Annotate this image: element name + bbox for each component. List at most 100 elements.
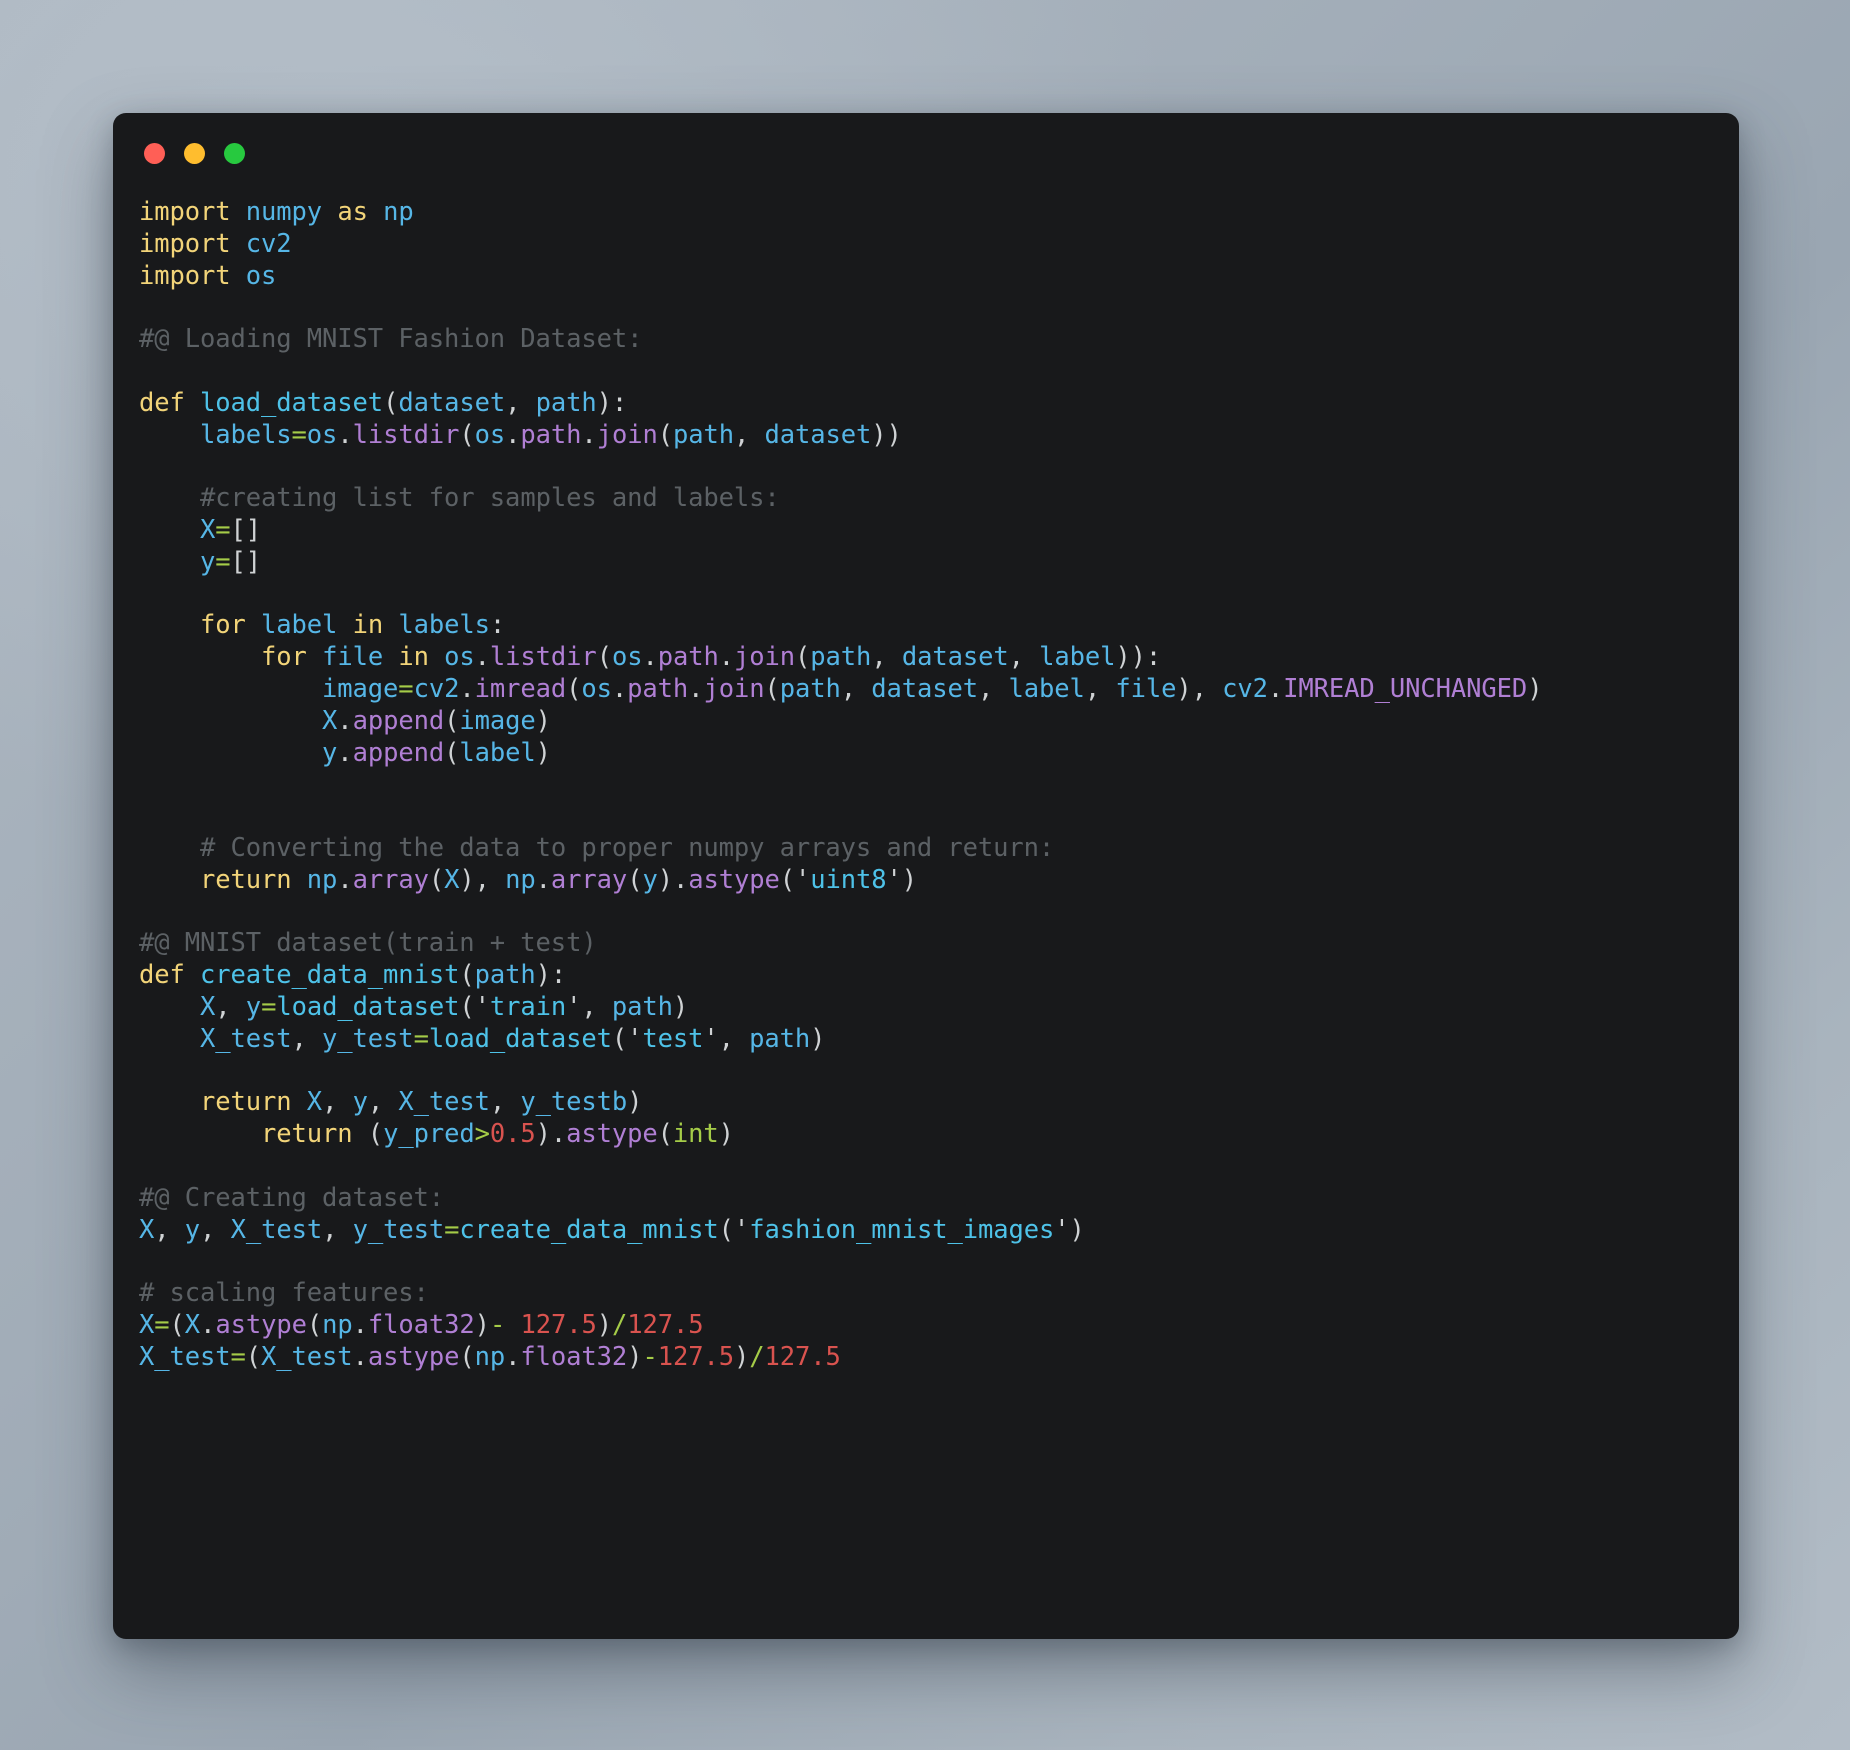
code-token: (	[383, 387, 399, 418]
code-token: .	[642, 642, 658, 673]
code-token: .	[611, 673, 628, 704]
code-line: y=[]	[139, 547, 261, 577]
close-button[interactable]	[144, 143, 165, 164]
code-token: .	[474, 642, 490, 673]
code-token: )	[810, 1023, 826, 1054]
code-token: y	[642, 864, 658, 895]
code-token: # scaling features:	[139, 1278, 429, 1309]
code-token: y_pred	[383, 1119, 475, 1150]
code-token: (	[566, 673, 582, 704]
code-token: ',	[566, 991, 612, 1022]
code-line: y.append(label)	[139, 738, 551, 768]
code-token: .	[505, 1341, 521, 1372]
code-token: .	[337, 705, 353, 736]
code-token: fashion_mnist_images	[749, 1214, 1055, 1245]
code-token: ,	[733, 419, 765, 450]
code-line: return (y_pred>0.5).astype(int)	[139, 1119, 734, 1149]
code-token: /	[612, 1309, 628, 1340]
code-token: []	[230, 514, 262, 545]
code-token: label	[1008, 673, 1085, 704]
code-token: path	[535, 387, 597, 418]
code-line: X, y=load_dataset('train', path)	[139, 992, 688, 1022]
code-line: X.append(image)	[139, 706, 551, 736]
code-token: np	[383, 197, 414, 227]
code-token: file	[322, 642, 384, 673]
code-token: -	[489, 1309, 506, 1340]
code-token: ,	[291, 1023, 323, 1054]
code-editor-area[interactable]: import numpy as np import cv2 import os …	[113, 197, 1739, 1639]
code-token: np	[474, 1341, 506, 1372]
code-token: in	[398, 642, 429, 673]
code-block[interactable]: import numpy as np import cv2 import os …	[139, 197, 1721, 1373]
code-token: )	[596, 1309, 612, 1340]
code-token: path	[474, 960, 536, 991]
code-token: .	[459, 673, 475, 704]
code-line: import cv2	[139, 229, 292, 259]
code-token: path	[657, 642, 719, 673]
code-token: os	[611, 642, 643, 673]
code-token: =	[154, 1309, 170, 1340]
code-token: >	[474, 1119, 490, 1150]
code-token: .	[535, 864, 551, 895]
code-token: join	[596, 419, 658, 450]
code-token: ,	[871, 642, 902, 673]
code-token: return	[200, 1087, 292, 1118]
code-token: ,	[1084, 673, 1116, 704]
code-token: .	[505, 419, 521, 450]
code-token: X_test	[200, 1023, 292, 1054]
code-token: X_test	[398, 1087, 490, 1118]
code-token: #@ Loading MNIST Fashion Dataset:	[139, 324, 643, 355]
maximize-button[interactable]	[224, 143, 245, 164]
code-token: ')	[1054, 1214, 1085, 1245]
code-token: for	[200, 610, 246, 641]
code-line: X_test=(X_test.astype(np.float32)-127.5)…	[139, 1342, 841, 1372]
minimize-button[interactable]	[184, 143, 205, 164]
code-token: (	[764, 673, 780, 704]
code-token: (	[306, 1309, 323, 1340]
code-token: load_dataset	[200, 387, 384, 418]
code-token: (	[795, 642, 811, 673]
code-token: ('	[718, 1214, 750, 1245]
code-token: .	[337, 864, 353, 895]
code-token: .	[352, 1341, 368, 1372]
code-token: ,	[978, 673, 1009, 704]
code-token: .	[718, 642, 735, 673]
code-token: )	[474, 1309, 490, 1340]
code-token: ):	[535, 960, 567, 991]
code-line: #@ Creating dataset:	[139, 1183, 444, 1213]
code-token: (	[245, 1341, 262, 1372]
code-token: # Converting the data to proper numpy ar…	[200, 832, 1055, 863]
code-token: X	[184, 1309, 201, 1340]
code-token: (	[444, 737, 460, 768]
code-token: (	[627, 864, 643, 895]
code-token: uint8	[810, 864, 887, 895]
code-token: )	[733, 1341, 750, 1372]
code-token: ,	[215, 991, 246, 1022]
code-token: (	[169, 1309, 185, 1340]
code-token: as	[337, 197, 368, 227]
code-token: y_test	[352, 1214, 445, 1245]
code-token: X_test	[230, 1214, 323, 1245]
code-token: astype	[215, 1309, 307, 1340]
code-token: path	[611, 991, 673, 1022]
code-token: ,	[322, 1214, 353, 1245]
code-token: path	[779, 673, 841, 704]
code-token: )):	[1115, 642, 1162, 673]
code-token: path	[672, 419, 734, 450]
code-token: create_data_mnist	[200, 960, 460, 991]
code-line: #@ Loading MNIST Fashion Dataset:	[139, 324, 642, 354]
code-token: label	[1039, 642, 1116, 673]
code-token: labels	[200, 419, 292, 450]
code-token: (	[428, 864, 445, 895]
